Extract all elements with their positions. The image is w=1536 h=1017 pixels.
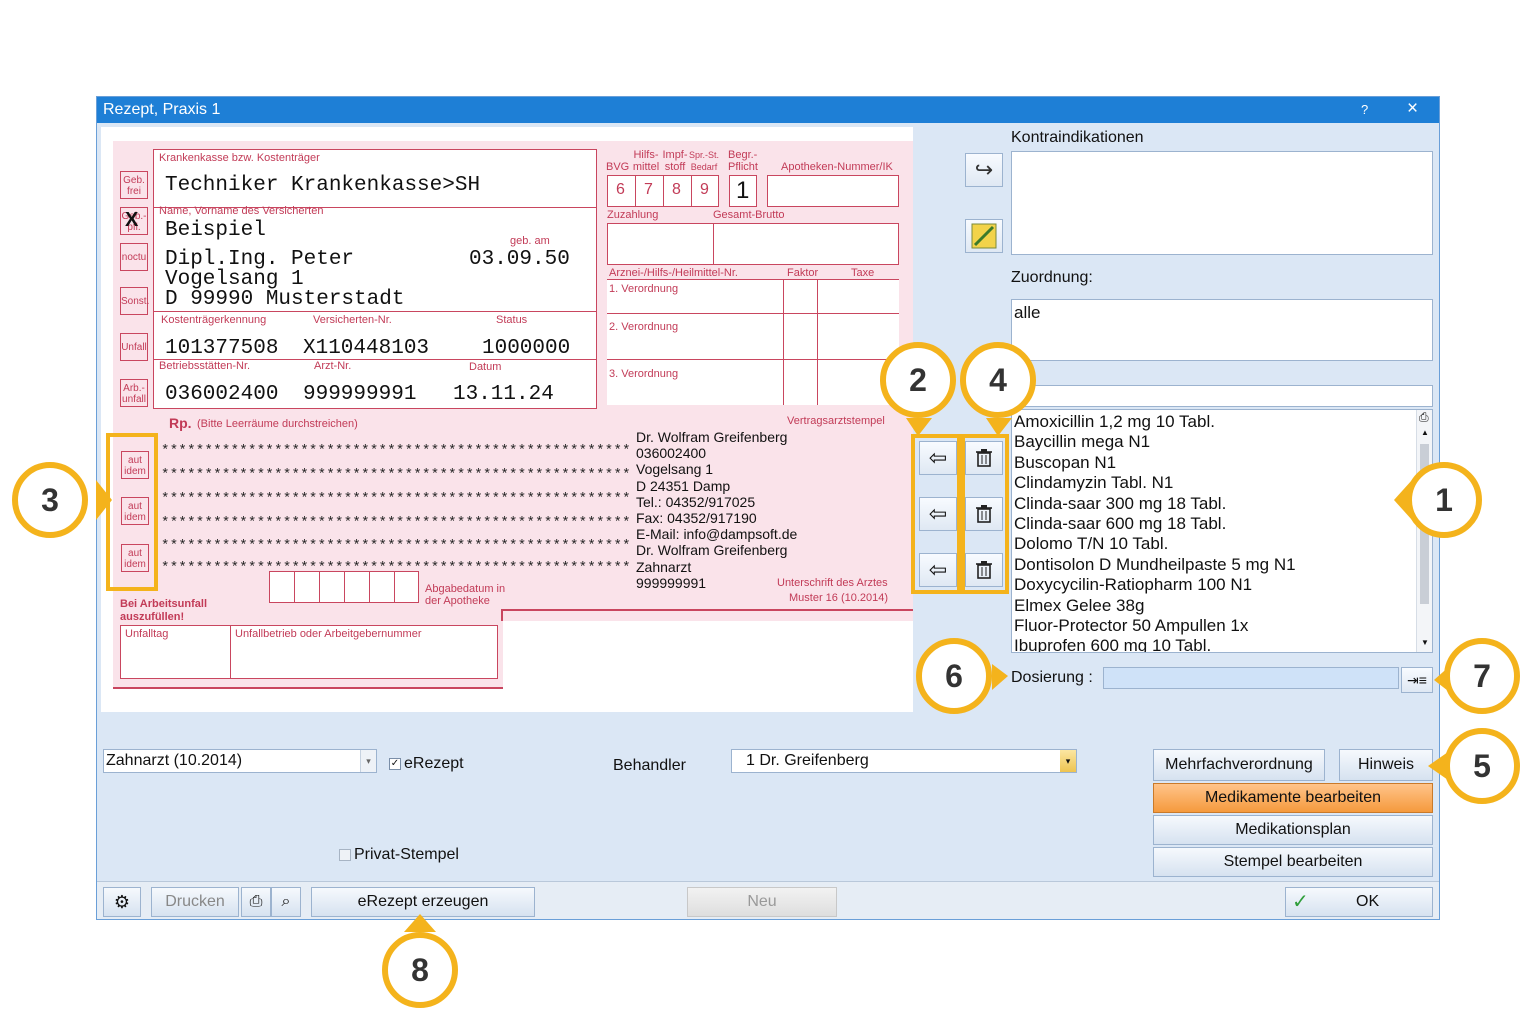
callout-6: 6 [916, 638, 992, 714]
callout-8: 8 [382, 932, 458, 1008]
callout-1: 1 [1406, 462, 1482, 538]
callout-3: 3 [12, 462, 88, 538]
callout-4: 4 [960, 342, 1036, 418]
callout-5: 5 [1444, 728, 1520, 804]
callout-pointers [96, 418, 1452, 932]
callout-2: 2 [880, 342, 956, 418]
callout-7: 7 [1444, 638, 1520, 714]
